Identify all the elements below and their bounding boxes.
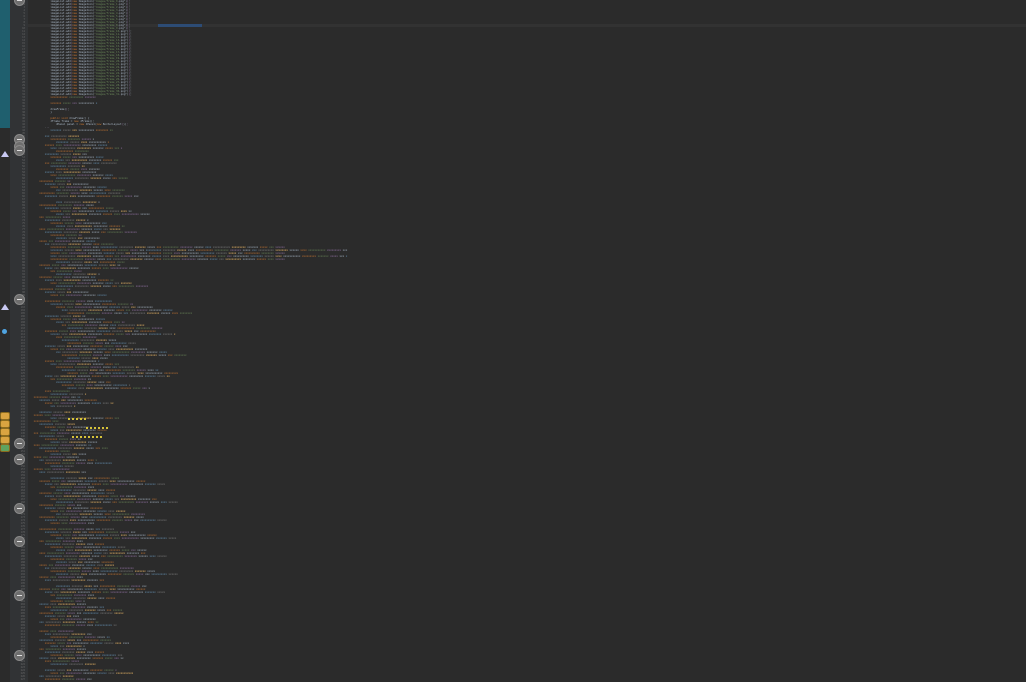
warning-underline	[68, 418, 88, 420]
fold-toggle-icon[interactable]	[14, 145, 25, 156]
code-line: xxxxxxxxxx xxxxxxxx xxxxxx xxxx xxxxxxxx…	[44, 624, 119, 627]
fold-toggle-icon[interactable]	[14, 294, 25, 305]
line-number: 227	[20, 678, 25, 681]
code-line: xxxx xxxxxxxxxxx xxxxxxxxx xxx	[39, 471, 88, 474]
code-line: xxx xxxxxxxxxx x	[50, 405, 77, 408]
warning-icon[interactable]	[0, 436, 10, 444]
code-line: xxxxxxxxxx xxxxxxxx xxxxxx xxx	[44, 678, 94, 681]
text-selection	[158, 24, 202, 27]
code-line: xxxxxx xxxx xxxxxxxxxxx xxxxxxxxx xxxxxx…	[67, 387, 152, 390]
fold-toggle-icon[interactable]	[14, 454, 25, 465]
code-line: xxxx xxxxxxxxxxx xxxxxxxxx xxxxxxx xxx	[44, 579, 106, 582]
change-marker-strip	[0, 0, 10, 682]
fold-toggle-icon[interactable]	[14, 503, 25, 514]
bookmark-up-icon[interactable]	[1, 151, 9, 157]
code-editor[interactable]: imageList.add(new ImageIcon("images/fram…	[0, 0, 1026, 682]
code-line: xxxxxxxxxxx xxxxxxxxx xxxxxxx	[50, 96, 98, 99]
warning-icon[interactable]	[0, 420, 10, 428]
warning-underline	[86, 427, 110, 429]
warning-underline	[72, 436, 102, 438]
code-line: xxxxx xxx xxxxxxxxxx xxxxxxxx xxxxxx	[50, 294, 109, 297]
code-line: xxxxxxxx xxxxxx xxxx xxxxxxxxxxx xxxxxxx…	[44, 195, 141, 198]
code-line: drawFrame();	[50, 108, 70, 111]
fold-toggle-icon[interactable]	[14, 650, 25, 661]
fold-toggle-icon[interactable]	[14, 536, 25, 547]
warning-icon[interactable]	[0, 444, 10, 452]
code-line: xxxxxxx xxxxx xxx xxxxxxxxxx x	[50, 102, 99, 105]
code-line: ...	[44, 126, 50, 129]
code-line: xxxxxx xxxx xxxxxxxxxxx xxxx	[50, 522, 96, 525]
warning-icon[interactable]	[0, 428, 10, 436]
code-line: xxxxxxxxxxx xxxxxxxxx xxxxxxx	[50, 663, 98, 666]
code-area[interactable]: imageList.add(new ImageIcon("images/fram…	[28, 0, 1026, 682]
fold-toggle-icon[interactable]	[14, 438, 25, 449]
warning-icon[interactable]	[0, 412, 10, 420]
code-line: }	[50, 111, 52, 114]
modified-lines-bar	[0, 0, 10, 128]
bookmark-up-icon[interactable]	[1, 304, 9, 310]
fold-toggle-icon[interactable]	[14, 590, 25, 601]
breakpoint-icon[interactable]	[2, 329, 7, 334]
code-line: JPanel panel = new JPanel(new BorderLayo…	[56, 123, 128, 126]
code-line: xxxxxxx xxxxx xxx xxxxxxxxxx xxxxxxxx xx	[50, 129, 115, 132]
